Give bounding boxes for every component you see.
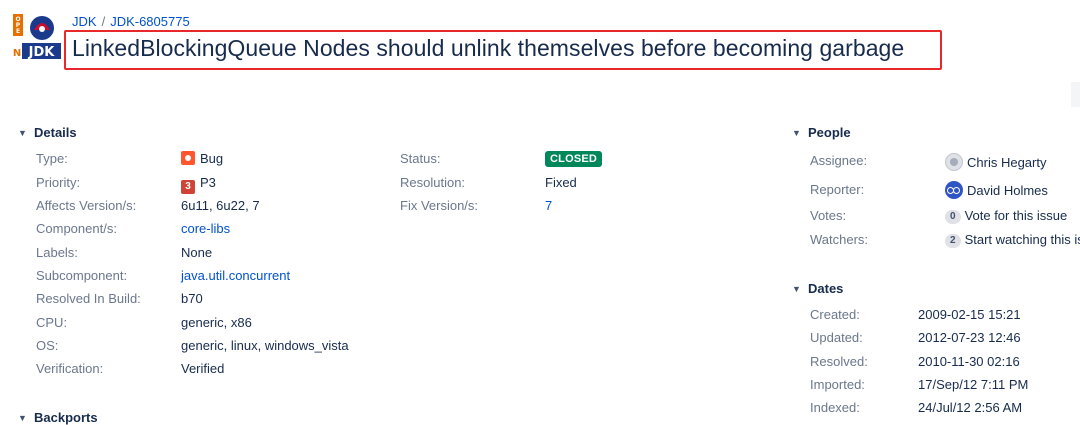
type-label: Type: (36, 151, 68, 166)
breadcrumb-issue-link[interactable]: JDK-6805775 (110, 14, 190, 29)
resolved-in-build-value: b70 (181, 291, 203, 306)
resolution-value: Fixed (545, 175, 577, 190)
svg-text:JDK: JDK (28, 45, 56, 60)
resolved-label: Resolved: (810, 354, 868, 369)
affects-versions-value: 6u11, 6u22, 7 (181, 198, 260, 213)
chevron-down-icon: ▼ (18, 128, 27, 138)
resolved-in-build-label: Resolved In Build: (36, 291, 141, 306)
assignee-value[interactable]: Chris Hegarty (945, 153, 1046, 171)
created-value: 2009-02-15 15:21 (918, 307, 1021, 322)
created-label: Created: (810, 307, 860, 322)
labels-label: Labels: (36, 245, 78, 260)
watchers-label: Watchers: (810, 232, 869, 247)
people-heading: People (808, 125, 851, 140)
resolved-value: 2010-11-30 02:16 (918, 354, 1020, 369)
subcomponent-link[interactable]: java.util.concurrent (181, 268, 290, 283)
status-label: Status: (400, 151, 441, 166)
details-heading: Details (34, 125, 77, 140)
affects-versions-label: Affects Version/s: (36, 198, 137, 213)
votes-count-badge: 0 (945, 210, 961, 224)
watchers-value: 2 Start watching this issue (945, 232, 1080, 248)
cpu-value: generic, x86 (181, 315, 252, 330)
indexed-label: Indexed: (810, 400, 860, 415)
assignee-label: Assignee: (810, 153, 868, 168)
imported-value: 17/Sep/12 7:11 PM (918, 377, 1029, 392)
verification-value: Verified (181, 361, 225, 376)
dates-toggle[interactable]: ▼ Dates (792, 281, 843, 296)
subcomponent-label: Subcomponent: (36, 268, 128, 283)
chevron-down-icon: ▼ (792, 128, 801, 138)
cpu-label: CPU: (36, 315, 68, 330)
fix-versions-label: Fix Version/s: (400, 198, 479, 213)
labels-value: None (181, 245, 213, 260)
components-link[interactable]: core-libs (181, 221, 230, 236)
os-label: OS: (36, 338, 59, 353)
details-toggle[interactable]: ▼ Details (18, 125, 77, 140)
chevron-down-icon: ▼ (792, 284, 801, 294)
avatar-icon (945, 181, 963, 199)
issue-title[interactable]: LinkedBlockingQueue Nodes should unlink … (72, 35, 904, 62)
fix-versions-link[interactable]: 7 (545, 198, 552, 213)
toolbar-edge-button[interactable] (1071, 82, 1080, 107)
reporter-name: David Holmes (967, 183, 1048, 198)
people-toggle[interactable]: ▼ People (792, 125, 851, 140)
watchers-count-badge: 2 (945, 234, 961, 248)
vote-link[interactable]: Vote for this issue (965, 208, 1068, 223)
os-value: generic, linux, windows_vista (181, 338, 349, 353)
status-badge: CLOSED (545, 151, 603, 167)
avatar-icon (945, 153, 963, 171)
resolution-label: Resolution: (400, 175, 466, 190)
imported-label: Imported: (810, 377, 865, 392)
components-label: Component/s: (36, 221, 117, 236)
indexed-value: 24/Jul/12 2:56 AM (918, 400, 1023, 415)
reporter-label: Reporter: (810, 182, 865, 197)
type-value: Bug (181, 151, 223, 166)
openjdk-logo[interactable]: O P E JDK N (12, 12, 62, 62)
reporter-value[interactable]: David Holmes (945, 181, 1048, 199)
dates-heading: Dates (808, 281, 844, 296)
votes-value: 0 Vote for this issue (945, 208, 1067, 224)
svg-text:E: E (16, 28, 20, 35)
verification-label: Verification: (36, 361, 104, 376)
bug-icon (181, 151, 195, 165)
updated-label: Updated: (810, 330, 863, 345)
status-value: CLOSED (545, 150, 603, 167)
assignee-name: Chris Hegarty (967, 155, 1047, 170)
chevron-down-icon: ▼ (18, 413, 27, 423)
priority-text: P3 (200, 175, 216, 190)
breadcrumb-project-link[interactable]: JDK (72, 14, 97, 29)
svg-text:N: N (13, 48, 21, 59)
watch-link[interactable]: Start watching this issue (965, 232, 1080, 247)
priority-p3-icon: 3 (181, 180, 195, 194)
type-text: Bug (200, 151, 224, 166)
breadcrumb: JDK / JDK-6805775 (72, 14, 190, 29)
breadcrumb-separator: / (101, 14, 106, 29)
updated-value: 2012-07-23 12:46 (918, 330, 1021, 345)
priority-value: 3 P3 (181, 175, 216, 194)
priority-label: Priority: (36, 175, 81, 190)
votes-label: Votes: (810, 208, 847, 223)
